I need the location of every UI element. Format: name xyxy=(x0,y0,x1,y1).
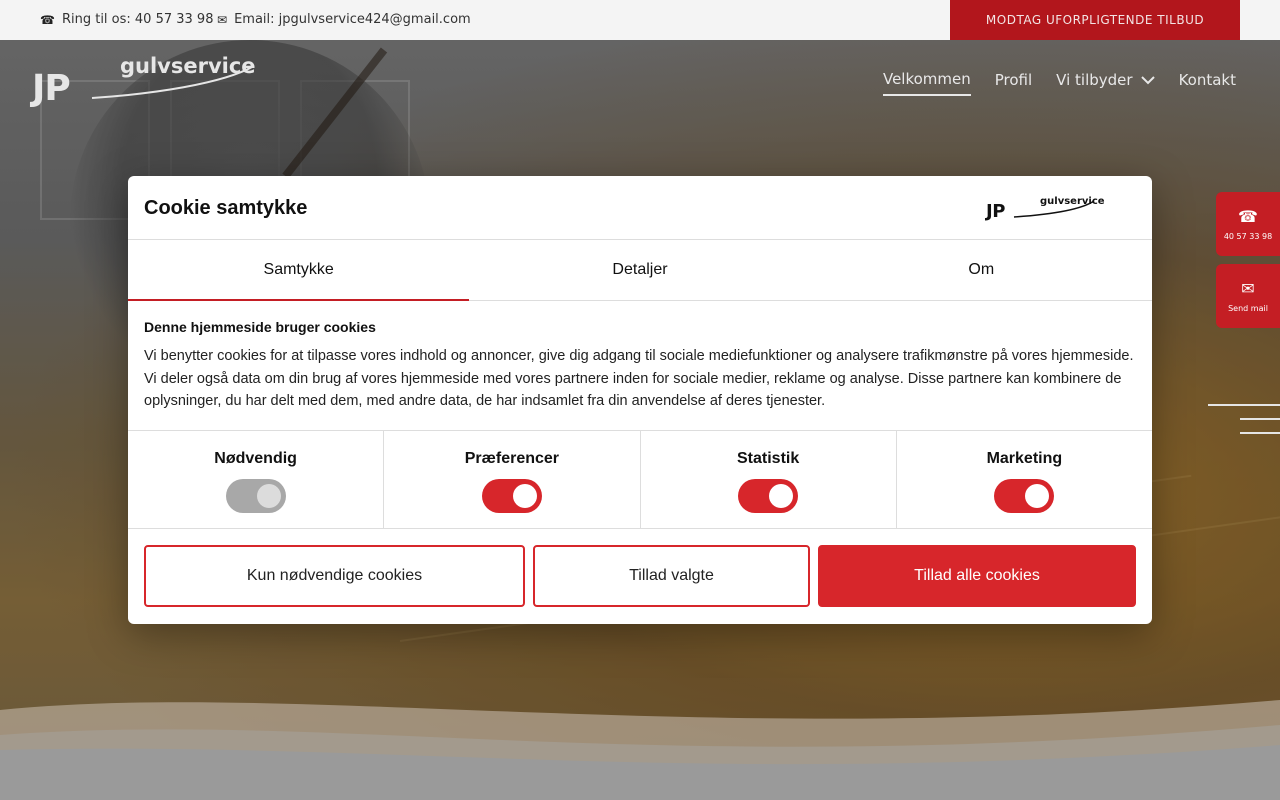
phone-icon: ☎ xyxy=(40,12,55,27)
category-marketing: Marketing xyxy=(897,431,1152,528)
chevron-down-icon xyxy=(1140,75,1155,84)
side-phone-label: 40 57 33 98 xyxy=(1223,232,1273,241)
allow-selected-button[interactable]: Tillad valgte xyxy=(533,545,810,607)
category-label: Præferencer xyxy=(464,450,560,467)
logo-swoosh xyxy=(91,65,255,99)
nav-label: Velkommen xyxy=(882,70,971,88)
nav-label: Kontakt xyxy=(1178,71,1236,89)
phone-label: Ring til os: 40 57 33 98 xyxy=(61,12,214,27)
cookie-dialog-header: Cookie samtykke JP gulvservice xyxy=(128,176,1152,240)
tab-om[interactable]: Om xyxy=(811,240,1152,300)
category-statistics: Statistik xyxy=(641,431,897,528)
allow-all-button[interactable]: Tillad alle cookies xyxy=(818,545,1136,607)
cookie-description: Denne hjemmeside bruger cookies Vi benyt… xyxy=(128,301,1152,430)
nav-item-velkommen[interactable]: Velkommen xyxy=(882,70,971,96)
email-contact[interactable]: ✉ Email: jpgulvservice424@gmail.com xyxy=(217,12,471,27)
category-necessary: Nødvendig xyxy=(128,431,385,528)
wave-divider xyxy=(0,700,1280,800)
nav-label: Profil xyxy=(994,71,1033,89)
menu-toggle-icon[interactable] xyxy=(1208,404,1280,440)
cookie-dialog: Cookie samtykke JP gulvservice Samtykke … xyxy=(128,176,1152,624)
marketing-toggle[interactable] xyxy=(994,479,1055,513)
side-mail-label: Send mail xyxy=(1228,304,1268,313)
nav-item-kontakt[interactable]: Kontakt xyxy=(1179,70,1236,96)
nav-label: Vi tilbyder xyxy=(1056,71,1133,89)
envelope-icon: ✉ xyxy=(1241,279,1255,298)
cookie-dialog-logo: JP gulvservice xyxy=(984,195,1105,222)
necessary-toggle xyxy=(225,479,286,513)
cookie-categories: Nødvendig Præferencer Statistik Marketin… xyxy=(128,430,1152,529)
category-label: Statistik xyxy=(737,450,800,467)
tab-samtykke[interactable]: Samtykke xyxy=(128,240,470,301)
site-logo[interactable]: JP gulvservice xyxy=(32,54,262,109)
cookie-dialog-title: Cookie samtykke xyxy=(144,197,308,219)
cookie-text: Vi benytter cookies for at tilpasse vore… xyxy=(144,348,1134,410)
top-bar: ☎ Ring til os: 40 57 33 98 ✉ Email: jpgu… xyxy=(0,0,1280,40)
category-preferences: Præferencer xyxy=(384,431,641,528)
logo-swoosh xyxy=(1013,200,1095,218)
necessary-only-button[interactable]: Kun nødvendige cookies xyxy=(144,545,525,607)
category-label: Nødvendig xyxy=(214,450,297,467)
phone-icon: ☎ xyxy=(1238,207,1258,226)
statistics-toggle[interactable] xyxy=(738,479,799,513)
main-nav: Velkommen Profil Vi tilbyder Kontakt xyxy=(882,70,1236,96)
cookie-actions: Kun nødvendige cookies Tillad valgte Til… xyxy=(128,529,1152,607)
nav-item-profil[interactable]: Profil xyxy=(995,70,1032,96)
email-label: Email: jpgulvservice424@gmail.com xyxy=(234,12,471,27)
tab-detaljer[interactable]: Detaljer xyxy=(469,240,810,300)
preferences-toggle[interactable] xyxy=(481,479,542,513)
envelope-icon: ✉ xyxy=(217,12,228,27)
cookie-heading: Denne hjemmeside bruger cookies xyxy=(144,319,376,335)
cookie-tabs: Samtykke Detaljer Om xyxy=(128,240,1152,301)
phone-contact[interactable]: ☎ Ring til os: 40 57 33 98 xyxy=(40,12,213,27)
nav-item-vi-tilbyder[interactable]: Vi tilbyder xyxy=(1056,70,1155,96)
category-label: Marketing xyxy=(986,450,1063,467)
quote-cta-button[interactable]: MODTAG UFORPLIGTENDE TILBUD xyxy=(950,0,1240,40)
side-mail-button[interactable]: ✉ Send mail xyxy=(1216,264,1280,328)
side-phone-button[interactable]: ☎ 40 57 33 98 xyxy=(1216,192,1280,256)
